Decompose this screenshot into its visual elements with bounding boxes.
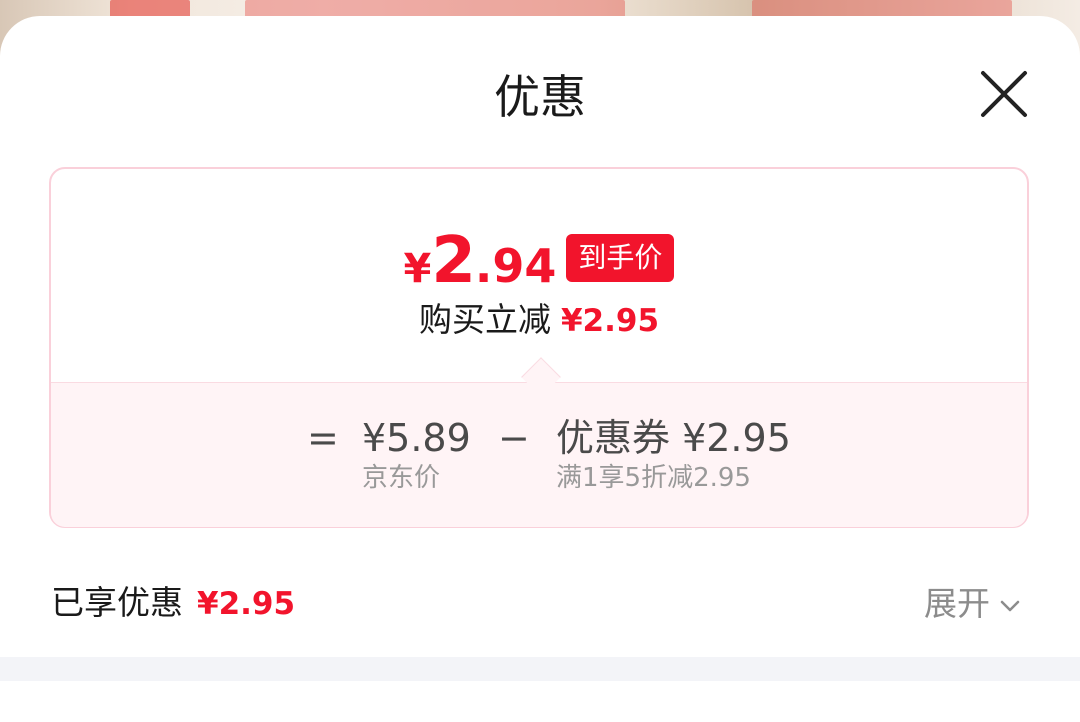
expand-button[interactable]: 展开 xyxy=(924,582,1022,626)
coupon-amount: 优惠券 ¥2.95 xyxy=(556,416,791,460)
equals-sign: = xyxy=(307,416,339,460)
close-icon xyxy=(981,71,1027,117)
coupon-rule: 满1享5折减2.95 xyxy=(556,463,751,493)
expand-label: 展开 xyxy=(924,584,990,623)
base-price-label: 京东价 xyxy=(362,463,441,493)
close-button[interactable] xyxy=(978,68,1030,120)
price-breakdown-card: ¥2.94 到手价 购买立减 ¥2.95 = ¥5.89 − 优惠券 ¥2.95 京… xyxy=(49,167,1029,528)
base-price: ¥5.89 xyxy=(362,416,471,460)
section-divider xyxy=(0,657,1080,681)
enjoyed-discount-amount: ¥2.95 xyxy=(197,586,296,622)
currency-symbol: ¥ xyxy=(403,246,432,292)
instant-discount-row: 购买立减 ¥2.95 xyxy=(51,300,1027,341)
enjoyed-discount-label: 已享优惠 xyxy=(51,583,183,622)
minus-sign: − xyxy=(498,416,530,460)
final-price-decimal: .94 xyxy=(474,239,557,293)
enjoyed-discount-row: 已享优惠 ¥2.95 xyxy=(51,581,295,626)
final-price: ¥2.94 xyxy=(404,224,557,298)
sheet-title: 优惠 xyxy=(494,70,586,124)
chevron-down-icon xyxy=(1000,600,1020,611)
instant-discount-label: 购买立减 xyxy=(418,300,551,339)
discount-bottom-sheet: 优惠 ¥2.94 到手价 购买立减 ¥2.95 = ¥5.89 − 优惠券 ¥2.9… xyxy=(0,16,1080,722)
final-price-tag: 到手价 xyxy=(566,234,675,282)
final-price-integer: 2 xyxy=(431,224,476,298)
final-price-row: ¥2.94 到手价 xyxy=(51,224,1027,298)
instant-discount-amount: ¥2.95 xyxy=(560,303,660,339)
price-formula-panel xyxy=(51,382,1027,527)
